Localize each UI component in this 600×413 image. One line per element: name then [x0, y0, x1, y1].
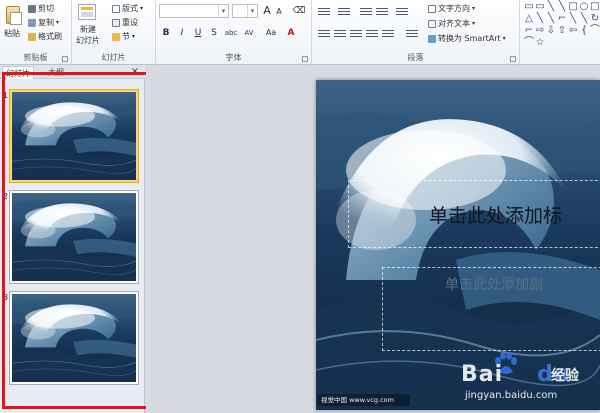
smartart-label: 转换为 SmartArt [438, 34, 501, 43]
change-case-button[interactable]: Aa [264, 26, 278, 40]
section-icon [112, 32, 120, 41]
slides-group-label: 幻灯片 [101, 53, 126, 62]
font-name-select[interactable]: ▾ [159, 4, 229, 18]
layout-button[interactable]: 版式 ▾ [112, 3, 143, 14]
clipboard-group: 粘贴 剪切 复制 ▾ 格式刷 剪贴板 [0, 0, 72, 65]
shape-gallery-item[interactable]: ↻ [589, 14, 600, 24]
format-painter-button[interactable]: 格式刷 [28, 31, 62, 42]
title-placeholder[interactable]: 单击此处添加标 [348, 180, 600, 248]
font-launcher-icon[interactable] [302, 56, 308, 62]
text-direction-icon [428, 4, 436, 13]
format-painter-label: 格式刷 [38, 32, 62, 41]
bold-button[interactable]: B [159, 26, 173, 40]
new-slide-label-1: 新建 [80, 25, 96, 34]
copy-label: 复制 [38, 18, 54, 27]
paste-label: 粘贴 [4, 29, 20, 38]
decrease-indent-icon[interactable] [360, 6, 372, 16]
reset-button[interactable]: 重设 [112, 17, 138, 28]
paragraph-group-label: 段落 [407, 53, 424, 62]
ribbon: 粘贴 剪切 复制 ▾ 格式刷 剪贴板 新建 幻灯片 版式 ▾ 重设 节 ▾ 幻灯… [0, 0, 600, 65]
spacing-button[interactable]: AV [242, 26, 256, 40]
text-direction-label: 文字方向 [438, 4, 470, 13]
font-color-button[interactable]: A [284, 26, 298, 40]
clear-format-icon[interactable]: ⌫ [292, 4, 306, 18]
layout-dropdown-icon: ▾ [140, 5, 144, 12]
subtitle-placeholder-text: 单击此处添加副 [445, 277, 543, 293]
numbering-icon[interactable] [338, 6, 350, 16]
cut-label: 剪切 [38, 4, 54, 13]
shrink-font-button[interactable]: A [272, 5, 286, 19]
image-credit: 视觉中国 www.vcg.com [318, 394, 410, 406]
smartart-button[interactable]: 转换为 SmartArt ▾ [428, 33, 506, 44]
copy-icon [28, 18, 36, 27]
shape-gallery-item[interactable]: ⌒ [589, 26, 600, 36]
baidu-watermark: Bai du 经验 jingyan.baidu.com [455, 352, 595, 410]
align-right-icon[interactable] [350, 28, 362, 38]
smartart-dropdown-icon: ▾ [502, 35, 506, 42]
italic-button[interactable]: I [175, 26, 189, 40]
section-label: 节 [122, 32, 130, 41]
new-slide-label-2: 幻灯片 [76, 36, 100, 45]
line-spacing-icon[interactable] [396, 6, 408, 16]
columns-icon[interactable] [406, 28, 418, 38]
align-text-icon [428, 19, 436, 28]
title-placeholder-text: 单击此处添加标 [429, 205, 563, 227]
bullets-icon[interactable] [318, 6, 330, 16]
reset-label: 重设 [122, 18, 138, 27]
align-text-dropdown-icon: ▾ [472, 20, 476, 27]
red-highlight-box [2, 72, 168, 409]
subtitle-placeholder[interactable]: 单击此处添加副 [382, 267, 600, 351]
font-group-label: 字体 [225, 53, 242, 62]
layout-label: 版式 [122, 4, 138, 13]
text-direction-button[interactable]: 文字方向 ▾ [428, 3, 475, 14]
watermark-url: jingyan.baidu.com [465, 390, 558, 401]
section-button[interactable]: 节 ▾ [112, 31, 135, 42]
increase-indent-icon[interactable] [376, 6, 388, 16]
shadow-button[interactable]: abc [224, 26, 238, 40]
scissors-icon [28, 4, 36, 13]
cut-button[interactable]: 剪切 [28, 3, 54, 14]
paste-button[interactable]: 粘贴 [2, 2, 24, 46]
new-slide-button[interactable]: 新建 幻灯片 [76, 2, 108, 48]
align-center-icon[interactable] [334, 28, 346, 38]
copy-dropdown-icon[interactable]: ▾ [56, 19, 59, 26]
new-slide-icon [78, 4, 96, 20]
copy-button[interactable]: 复制 ▾ [28, 17, 59, 28]
underline-button[interactable]: U [191, 26, 205, 40]
paste-icon [6, 6, 22, 25]
layout-icon [112, 4, 120, 13]
baidu-word-left: Bai [461, 362, 504, 387]
shape-gallery-item[interactable]: □ [589, 2, 600, 12]
distribute-icon[interactable] [382, 28, 394, 38]
align-text-button[interactable]: 对齐文本 ▾ [428, 18, 475, 29]
jingyan-text: 经验 [551, 368, 579, 384]
chevron-down-icon: ▾ [218, 5, 228, 17]
strikethrough-button[interactable]: S [207, 26, 221, 40]
reset-icon [112, 18, 120, 27]
paragraph-group: 文字方向 ▾ 对齐文本 ▾ 转换为 SmartArt ▾ 段落 [312, 0, 520, 65]
smartart-icon [428, 34, 436, 43]
font-group: ▾ ▾ A A ⌫ B I U S abc AV Aa A 字体 [156, 0, 312, 65]
justify-icon[interactable] [366, 28, 378, 38]
font-size-select[interactable]: ▾ [232, 4, 258, 18]
shape-gallery-item[interactable]: ☆ [534, 38, 546, 48]
align-text-label: 对齐文本 [438, 19, 470, 28]
paragraph-launcher-icon[interactable] [510, 56, 516, 62]
chevron-down-icon: ▾ [247, 5, 257, 17]
drawing-shapes-gallery: ▭ ▭ ╲ ╲ □ ○ □ △ ╲ ╲ ⌐ ╲ ╲ ↻ ⌐ ⇨ ⇩ ⇧ ⇦{⌒ ⌒ ☆ [520, 0, 600, 65]
section-dropdown-icon: ▾ [132, 33, 136, 40]
text-direction-dropdown-icon: ▾ [472, 5, 476, 12]
align-left-icon[interactable] [318, 28, 330, 38]
clipboard-group-label: 剪贴板 [23, 53, 48, 62]
brush-icon [28, 32, 36, 41]
slides-group: 新建 幻灯片 版式 ▾ 重设 节 ▾ 幻灯片 [72, 0, 156, 65]
clipboard-launcher-icon[interactable] [62, 56, 68, 62]
